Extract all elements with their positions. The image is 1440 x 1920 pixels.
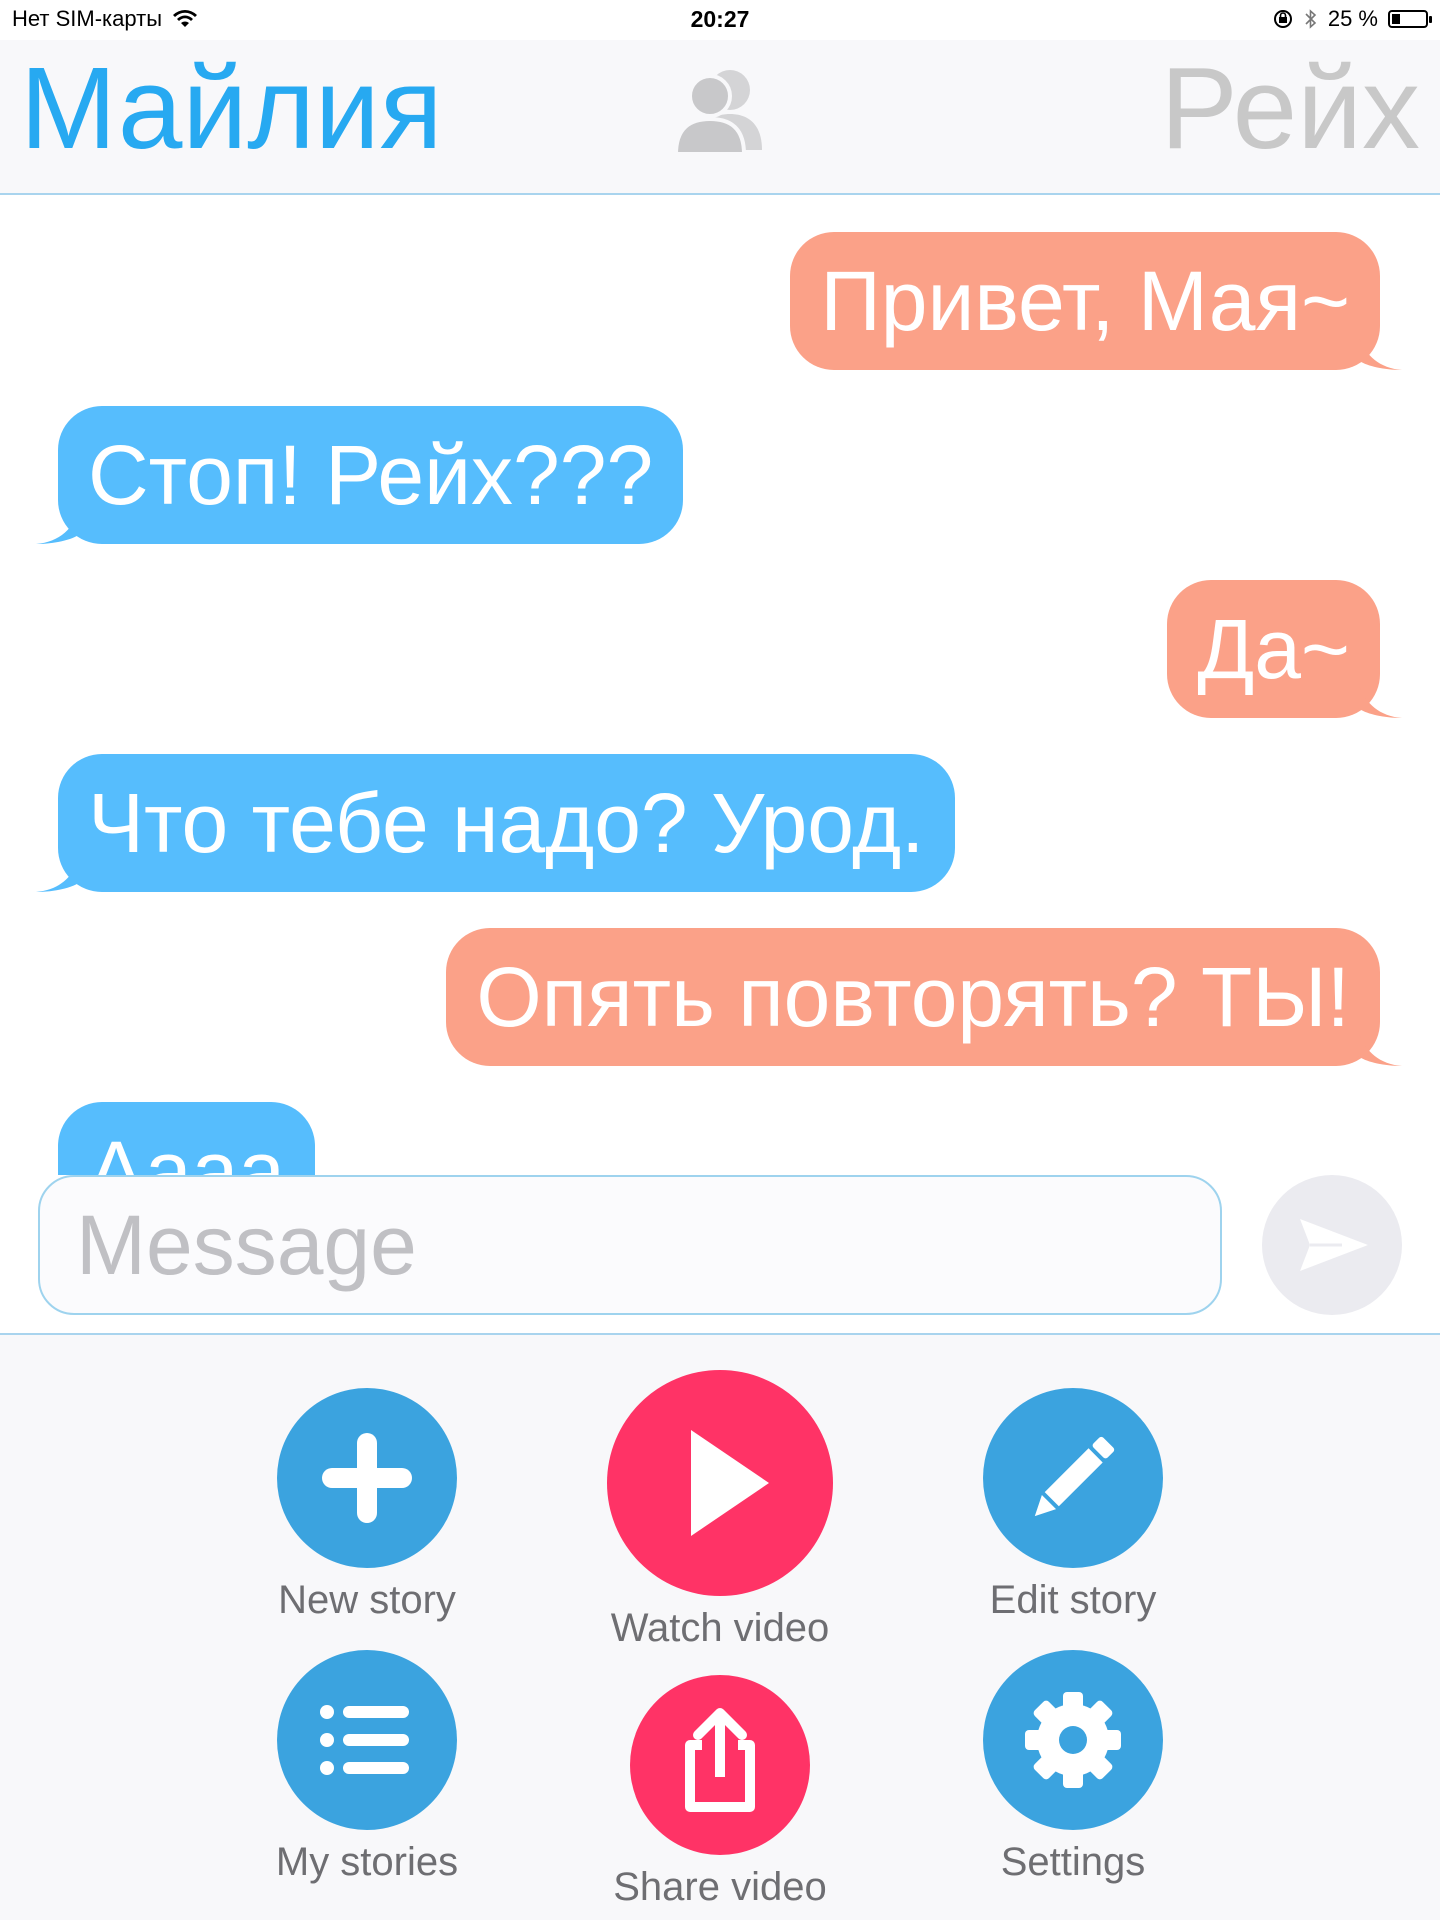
- my-stories-label: My stories: [275, 1840, 459, 1884]
- battery-fill: [1392, 14, 1400, 24]
- new-story-button[interactable]: New story: [247, 1388, 487, 1623]
- new-story-label: New story: [278, 1578, 456, 1622]
- battery-icon: [1388, 10, 1432, 28]
- bubble-tail: [36, 508, 80, 544]
- share-video-button[interactable]: Share video: [600, 1675, 840, 1910]
- my-stories-circle[interactable]: [277, 1650, 457, 1830]
- right-character-name[interactable]: Рейх: [1160, 50, 1420, 166]
- send-icon: [1300, 1219, 1368, 1271]
- settings-circle[interactable]: [983, 1650, 1163, 1830]
- my-stories-button[interactable]: My stories: [247, 1650, 487, 1885]
- message-text: Привет, Мая~: [820, 254, 1350, 348]
- share-icon: [685, 1708, 755, 1812]
- conversation-header: Майлия Рейх: [0, 40, 1440, 195]
- left-character-name[interactable]: Майлия: [20, 50, 443, 166]
- message-bubble-incoming[interactable]: Стоп! Рейх???: [36, 406, 684, 544]
- play-icon: [691, 1430, 769, 1536]
- message-bubble-outgoing[interactable]: Опять повторять? ТЫ!: [446, 928, 1402, 1066]
- message-row: Да~: [0, 580, 1440, 718]
- share-video-circle[interactable]: [630, 1675, 810, 1855]
- message-text: Аааа: [88, 1124, 286, 1175]
- pencil-icon: [1034, 1436, 1115, 1517]
- message-text: Стоп! Рейх???: [88, 428, 654, 522]
- message-input[interactable]: [38, 1175, 1222, 1315]
- message-text: Опять повторять? ТЫ!: [476, 950, 1350, 1044]
- message-text: Что тебе надо? Урод.: [88, 776, 925, 870]
- status-bar: Нет SIM-карты 20:27 25 %: [0, 0, 1440, 40]
- list-icon: [320, 1705, 409, 1775]
- bubble-tail: [36, 856, 80, 892]
- action-panel: New story Watch video Edit story My stor…: [0, 1335, 1440, 1920]
- status-right: 25 %: [1272, 6, 1432, 32]
- watch-video-button[interactable]: Watch video: [590, 1370, 850, 1651]
- message-bubble-outgoing[interactable]: Привет, Мая~: [790, 232, 1402, 370]
- message-bubble-outgoing[interactable]: Да~: [1167, 580, 1402, 718]
- bubble-tail: [1358, 1030, 1402, 1066]
- edit-story-button[interactable]: Edit story: [953, 1388, 1193, 1623]
- plus-icon: [322, 1433, 412, 1523]
- message-text: Да~: [1197, 602, 1350, 696]
- battery-percent: 25 %: [1327, 6, 1378, 31]
- send-button[interactable]: [1262, 1175, 1402, 1315]
- message-row: Что тебе надо? Урод.: [0, 754, 1440, 892]
- gear-icon: [1025, 1692, 1121, 1788]
- share-video-label: Share video: [613, 1865, 827, 1909]
- edit-story-label: Edit story: [989, 1578, 1157, 1622]
- message-bubble-incoming[interactable]: Аааа: [58, 1102, 316, 1175]
- edit-story-circle[interactable]: [983, 1388, 1163, 1568]
- settings-label: Settings: [1000, 1840, 1146, 1884]
- new-story-circle[interactable]: [277, 1388, 457, 1568]
- rotation-lock-icon: [1273, 10, 1292, 28]
- message-row: Привет, Мая~: [0, 232, 1440, 370]
- watch-video-circle[interactable]: [607, 1370, 833, 1596]
- chat-area: Привет, Мая~ Стоп! Рейх??? Да~ Что тебе …: [0, 195, 1440, 1175]
- message-composer: [0, 1175, 1440, 1335]
- settings-button[interactable]: Settings: [953, 1650, 1193, 1885]
- message-row: Опять повторять? ТЫ!: [0, 928, 1440, 1066]
- message-row: Стоп! Рейх???: [0, 406, 1440, 544]
- bubble-tail: [1358, 334, 1402, 370]
- message-row: Аааа: [0, 1102, 1440, 1175]
- watch-video-label: Watch video: [610, 1606, 830, 1650]
- bubble-tail: [1358, 682, 1402, 718]
- clock: 20:27: [690, 6, 750, 32]
- people-icon[interactable]: [672, 64, 772, 154]
- message-bubble-incoming[interactable]: Что тебе надо? Урод.: [36, 754, 955, 892]
- bluetooth-icon: [1305, 9, 1317, 29]
